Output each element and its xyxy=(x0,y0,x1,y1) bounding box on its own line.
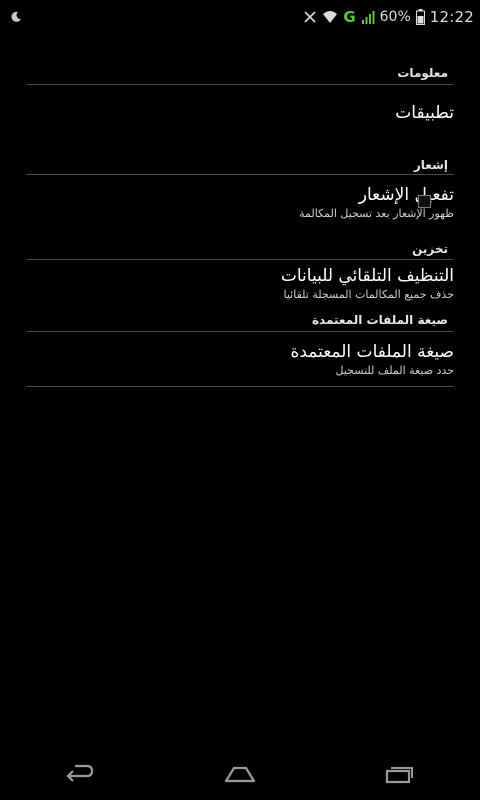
navigation-bar xyxy=(0,752,480,800)
wifi-icon xyxy=(322,10,338,24)
section-header-info: معلومات xyxy=(397,66,448,80)
settings-list: معلومات تطبيقات إشعار تفعيل الإشعار ظهور… xyxy=(0,33,480,387)
status-bar: G 60% 12:22 xyxy=(0,0,480,33)
pref-auto-cleanup-title: التنظيف التلقائي للبيانات xyxy=(280,266,454,286)
pref-file-format-summary: حدد صيغة الملف للتسجيل xyxy=(335,364,455,377)
pref-apps[interactable]: تطبيقات xyxy=(0,85,480,141)
notification-checkbox[interactable] xyxy=(418,195,431,208)
home-button[interactable] xyxy=(210,756,270,796)
section-header-storage: تخزين xyxy=(412,242,448,256)
section-header-file-format: صيغة الملفات المعتمدة xyxy=(311,313,448,327)
clock: 12:22 xyxy=(429,7,474,26)
pref-auto-cleanup[interactable]: التنظيف التلقائي للبيانات حذف جميع المكا… xyxy=(0,260,480,312)
back-icon xyxy=(65,764,95,788)
pref-file-format[interactable]: صيغة الملفات المعتمدة حدد صيغة الملف للت… xyxy=(0,332,480,386)
pref-file-format-title: صيغة الملفات المعتمدة xyxy=(290,342,454,362)
missed-call-icon xyxy=(303,10,317,24)
recent-apps-button[interactable] xyxy=(370,756,430,796)
pref-enable-notification[interactable]: تفعيل الإشعار ظهور الإشعار بعد تسجيل الم… xyxy=(0,175,480,241)
pref-enable-notification-title: تفعيل الإشعار xyxy=(358,185,454,205)
status-icons: G 60% 12:22 xyxy=(303,8,474,26)
pref-enable-notification-summary: ظهور الإشعار بعد تسجيل المكالمة xyxy=(299,207,454,220)
pref-apps-title: تطبيقات xyxy=(395,103,454,123)
battery-percent: 60% xyxy=(379,8,411,25)
divider xyxy=(26,386,454,387)
signal-icon xyxy=(361,10,375,24)
pref-auto-cleanup-summary: حذف جميع المكالمات المسجلة تلقائيا xyxy=(283,288,454,301)
network-type: G xyxy=(343,7,356,26)
battery-icon xyxy=(415,8,425,25)
section-header-notification: إشعار xyxy=(413,158,448,172)
moon-icon xyxy=(10,11,22,23)
home-icon xyxy=(224,764,256,788)
back-button[interactable] xyxy=(50,756,110,796)
recent-apps-icon xyxy=(385,764,415,788)
